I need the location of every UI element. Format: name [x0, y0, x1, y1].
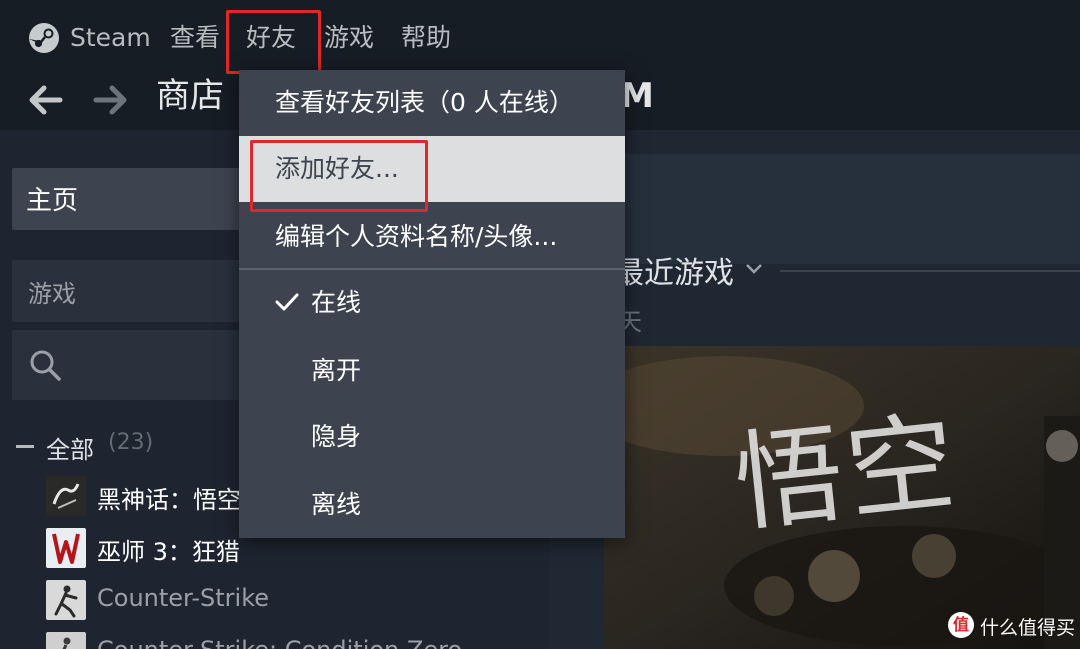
menu-item-add-friend[interactable]: 添加好友... — [239, 136, 625, 202]
library-home-button[interactable]: 主页 — [12, 168, 250, 230]
chevron-down-icon[interactable] — [744, 262, 764, 276]
counter-strike-cz-thumbnail-icon — [46, 632, 86, 649]
menu-games[interactable]: 游戏 — [324, 18, 374, 58]
menu-item-status-away[interactable]: 离开 — [239, 338, 625, 404]
menu-view[interactable]: 查看 — [170, 18, 220, 58]
checkmark-icon — [275, 293, 299, 311]
friends-menu-annotation-box — [226, 10, 321, 74]
nav-tab-partial[interactable]: M — [620, 74, 654, 118]
watermark-text: 什么值得买 — [980, 617, 1076, 639]
recent-games-heading[interactable]: 最近游戏 — [614, 248, 734, 292]
witcher3-thumbnail-icon — [46, 528, 86, 568]
hero-game-title-art: 悟空 — [729, 399, 965, 548]
black-myth-wukong-thumbnail-icon — [46, 476, 86, 516]
games-filter-label: 游戏 — [28, 280, 76, 308]
menu-item-view-friends-list[interactable]: 查看好友列表（0 人在线） — [239, 70, 625, 136]
steam-logo-icon[interactable] — [28, 22, 60, 54]
library-home-label: 主页 — [26, 186, 79, 216]
games-filter-dropdown[interactable]: 游戏 — [12, 260, 250, 322]
recent-game-hero-image[interactable]: 悟空 — [604, 346, 1080, 649]
search-icon — [30, 350, 61, 381]
menu-steam[interactable]: Steam — [70, 18, 151, 58]
forward-arrow-icon[interactable] — [90, 80, 130, 120]
library-main-content: 最近游戏 天 悟空 — [604, 130, 1080, 649]
menu-item-status-offline[interactable]: 离线 — [239, 472, 625, 538]
collapse-dash-icon — [16, 445, 34, 448]
friends-dropdown-menu: 查看好友列表（0 人在线） 添加好友... 编辑个人资料名称/头像... 在线 … — [239, 70, 625, 538]
all-games-count: (23) — [108, 430, 154, 455]
menu-item-status-invisible[interactable]: 隐身 — [239, 404, 625, 470]
menubar: Steam 查看 好友 游戏 帮助 — [0, 0, 1080, 74]
game-name: 巫师 3：狂猎 — [97, 538, 240, 566]
watermark-logo-icon: 值 — [948, 612, 974, 638]
game-name: Counter-Strike — [97, 584, 270, 612]
section-divider — [780, 270, 1080, 272]
all-games-label: 全部 — [46, 436, 94, 464]
game-list-item[interactable]: Counter-Strike — [46, 580, 526, 624]
library-search-input[interactable] — [12, 330, 250, 400]
status-online-label: 在线 — [311, 288, 362, 317]
game-name: 黑神话：悟空 — [97, 486, 241, 514]
game-name: Counter-Strike: Condition Zero — [97, 636, 462, 649]
menu-item-edit-profile[interactable]: 编辑个人资料名称/头像... — [239, 204, 625, 270]
back-arrow-icon[interactable] — [26, 80, 66, 120]
nav-tab-store[interactable]: 商店 — [156, 74, 224, 118]
menu-item-status-online[interactable]: 在线 — [239, 270, 625, 336]
counter-strike-thumbnail-icon — [46, 580, 86, 620]
game-list-item[interactable]: Counter-Strike: Condition Zero — [46, 632, 526, 649]
menu-help[interactable]: 帮助 — [401, 18, 451, 58]
